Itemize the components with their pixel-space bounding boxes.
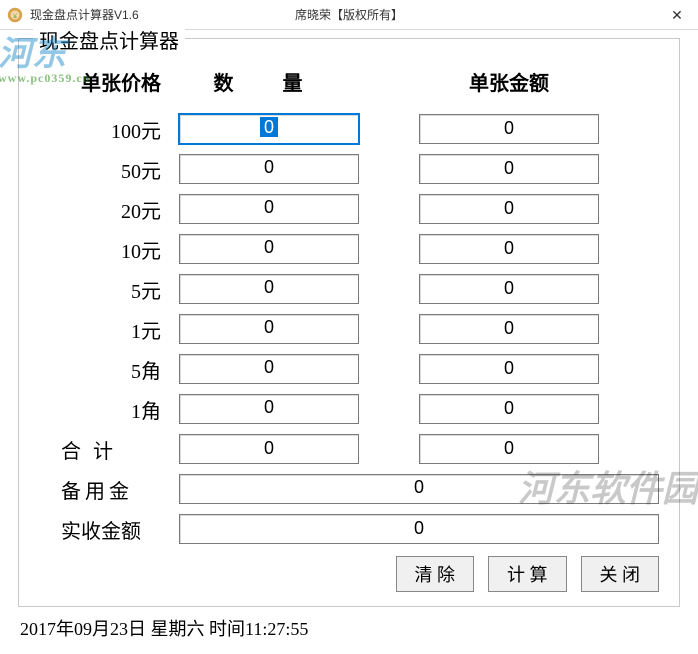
- qty-input[interactable]: 0: [179, 234, 359, 264]
- group-title: 现金盘点计算器: [33, 25, 185, 54]
- status-datetime: 2017年09月23日 星期六 时间11:27:55: [18, 615, 680, 641]
- denom-label: 1元: [39, 315, 179, 344]
- qty-input[interactable]: 0: [179, 154, 359, 184]
- denom-row: 10元00: [39, 234, 659, 264]
- qty-input[interactable]: 0: [179, 354, 359, 384]
- denom-row: 1角00: [39, 394, 659, 424]
- denom-label: 20元: [39, 195, 179, 224]
- button-bar: 清 除 计 算 关 闭: [39, 556, 659, 592]
- denom-label: 10元: [39, 235, 179, 264]
- header-denom: 单张价格: [39, 67, 179, 96]
- app-icon: ¥: [6, 6, 24, 24]
- actual-label: 实收金额: [39, 515, 179, 544]
- close-button[interactable]: 关 闭: [581, 556, 660, 592]
- denom-row: 20元00: [39, 194, 659, 224]
- qty-input[interactable]: 0: [179, 114, 359, 144]
- amt-value: 0: [419, 154, 599, 184]
- window-title-center: 席晓荣【版权所有】: [295, 6, 403, 23]
- qty-input[interactable]: 0: [179, 314, 359, 344]
- amt-value: 0: [419, 194, 599, 224]
- header-row: 单张价格 数 量 单张金额: [39, 67, 659, 96]
- reserve-row: 备用金 0: [39, 474, 659, 504]
- denom-row: 5元00: [39, 274, 659, 304]
- amt-value: 0: [419, 114, 599, 144]
- denom-row: 1元00: [39, 314, 659, 344]
- qty-input[interactable]: 0: [179, 274, 359, 304]
- denom-row: 50元00: [39, 154, 659, 184]
- amt-value: 0: [419, 234, 599, 264]
- total-amt: 0: [419, 434, 599, 464]
- denom-row: 100元00: [39, 114, 659, 144]
- total-label: 合计: [39, 435, 179, 464]
- reserve-label: 备用金: [39, 475, 179, 504]
- amt-value: 0: [419, 314, 599, 344]
- total-row: 合计 0 0: [39, 434, 659, 464]
- actual-value: 0: [179, 514, 659, 544]
- calc-button[interactable]: 计 算: [488, 556, 567, 592]
- header-qty: 数 量: [179, 67, 359, 96]
- denom-label: 5元: [39, 275, 179, 304]
- actual-row: 实收金额 0: [39, 514, 659, 544]
- total-qty: 0: [179, 434, 359, 464]
- clear-button[interactable]: 清 除: [396, 556, 475, 592]
- denom-row: 5角00: [39, 354, 659, 384]
- header-amt: 单张金额: [419, 67, 599, 96]
- denom-label: 100元: [39, 115, 179, 144]
- calculator-group: 现金盘点计算器 单张价格 数 量 单张金额 100元0050元0020元0010…: [18, 38, 680, 607]
- window-close-button[interactable]: ✕: [656, 0, 698, 30]
- qty-input[interactable]: 0: [179, 394, 359, 424]
- amt-value: 0: [419, 394, 599, 424]
- amt-value: 0: [419, 354, 599, 384]
- reserve-input[interactable]: 0: [179, 474, 659, 504]
- denom-label: 1角: [39, 395, 179, 424]
- qty-input[interactable]: 0: [179, 194, 359, 224]
- denom-label: 5角: [39, 355, 179, 384]
- window-title-left: 现金盘点计算器V1.6: [30, 6, 139, 23]
- amt-value: 0: [419, 274, 599, 304]
- denom-label: 50元: [39, 155, 179, 184]
